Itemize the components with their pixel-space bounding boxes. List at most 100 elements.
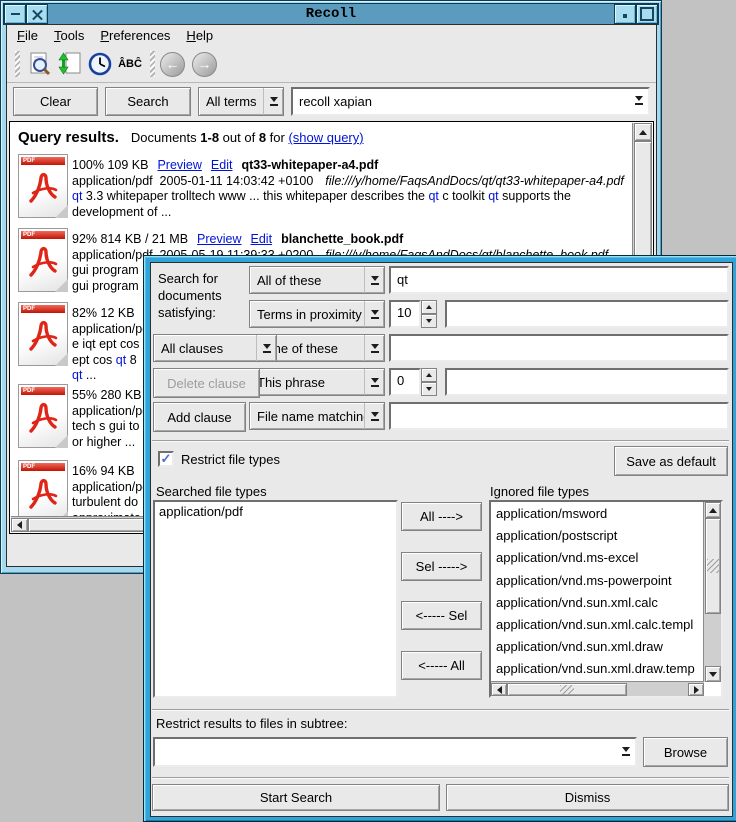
ignored-types-list[interactable]: application/mswordapplication/postscript… <box>489 500 723 698</box>
scroll-up-button[interactable] <box>705 502 721 518</box>
dismiss-button[interactable]: Dismiss <box>446 784 729 811</box>
scroll-right-button[interactable] <box>688 683 704 696</box>
pdf-file-icon[interactable]: PDF <box>18 154 68 218</box>
acrobat-logo-icon <box>26 167 58 207</box>
conjunct-combo[interactable]: All clauses <box>153 334 277 362</box>
chevron-down-icon <box>364 267 384 293</box>
list-item[interactable]: application/vnd.sun.xml.calc <box>492 592 704 614</box>
move-selected-left-button[interactable]: <----- Sel <box>401 601 482 630</box>
menu-file[interactable]: File <box>17 28 38 43</box>
ignored-list-vertical-scrollbar[interactable] <box>703 502 721 682</box>
list-item[interactable]: application/vnd.ms-powerpoint <box>492 570 704 592</box>
scroll-up-button[interactable] <box>634 123 652 141</box>
edit-link[interactable]: Edit <box>251 232 273 248</box>
save-as-default-button[interactable]: Save as default <box>614 446 728 476</box>
list-item[interactable]: application/postscript <box>492 525 704 547</box>
clause-type-combo[interactable]: Terms in proximity <box>249 300 385 328</box>
chevron-down-icon[interactable] <box>629 89 648 112</box>
clause-value-input[interactable]: qt <box>389 266 729 294</box>
pdf-file-icon[interactable]: PDF <box>18 302 68 366</box>
list-item[interactable]: application/vnd.sun.xml.draw <box>492 636 704 658</box>
scroll-down-button[interactable] <box>705 666 721 682</box>
move-all-right-button[interactable]: All ----> <box>401 502 482 531</box>
move-selected-right-button[interactable]: Sel -----> <box>401 552 482 581</box>
query-input[interactable]: recoll xapian <box>293 90 629 113</box>
searched-types-label: Searched file types <box>156 484 267 499</box>
result-mime: application/pdf 2005-01-11 14:03:42 +010… <box>72 174 313 188</box>
query-combo[interactable]: recoll xapian <box>291 87 650 116</box>
clause-value-input[interactable] <box>445 300 729 328</box>
subtree-combo[interactable] <box>153 737 637 767</box>
ignored-list-horizontal-scrollbar[interactable] <box>491 681 704 696</box>
phrase-slack-spinner[interactable]: 0 <box>389 368 437 396</box>
preview-link[interactable]: Preview <box>197 232 241 248</box>
sort-by-dates-icon[interactable] <box>55 50 85 78</box>
acrobat-logo-icon <box>26 397 58 437</box>
scroll-left-button[interactable] <box>491 683 507 696</box>
clause-value-input[interactable] <box>389 402 729 430</box>
back-button[interactable]: ← <box>160 52 185 77</box>
scrollbar-thumb[interactable] <box>705 518 721 614</box>
result-mime: application/pdf <box>72 322 153 336</box>
result-meta: 16% 94 KB <box>72 464 135 480</box>
result-mime: application/pdf <box>72 480 153 494</box>
list-item[interactable]: application/pdf <box>155 503 396 520</box>
preview-doc-icon[interactable] <box>25 50 55 78</box>
clause-row: None of these <box>249 334 729 362</box>
pdf-file-icon[interactable]: PDF <box>18 460 68 524</box>
window-menu-button[interactable] <box>4 4 26 24</box>
result-filename: blanchette_book.pdf <box>281 232 403 248</box>
term-explorer-icon[interactable]: ÂBĈ <box>115 50 145 78</box>
proximity-slack-spinner[interactable]: 10 <box>389 300 437 328</box>
forward-button[interactable]: → <box>192 52 217 77</box>
add-clause-button[interactable]: Add clause <box>153 402 246 432</box>
pdf-file-icon[interactable]: PDF <box>18 384 68 448</box>
toolbar-grip[interactable] <box>150 51 155 77</box>
pdf-file-icon[interactable]: PDF <box>18 228 68 292</box>
show-query-link[interactable]: (show query) <box>288 130 363 145</box>
subtree-input[interactable] <box>155 748 616 756</box>
scroll-left-button[interactable] <box>11 518 28 532</box>
delete-clause-button[interactable]: Delete clause <box>153 368 260 398</box>
list-item[interactable]: application/vnd.sun.xml.draw.temp <box>492 658 704 680</box>
chevron-down-icon <box>256 335 276 361</box>
list-item[interactable]: application/msword <box>492 503 704 525</box>
chevron-down-icon[interactable] <box>616 739 635 763</box>
scrollbar-thumb[interactable] <box>507 683 627 696</box>
chevron-down-icon <box>263 88 283 115</box>
result-meta: 92% 814 KB / 21 MB <box>72 232 188 248</box>
search-bar: Clear Search All terms recoll xapian <box>13 87 650 117</box>
list-item[interactable]: application/vnd.ms-excel <box>492 547 704 569</box>
toolbar: ÂBĈ ← → <box>7 46 656 83</box>
search-mode-combo[interactable]: All terms <box>198 87 284 116</box>
menu-help[interactable]: Help <box>186 28 213 43</box>
clause-row: Terms in proximity 10 <box>249 300 729 328</box>
restrict-file-types-checkbox[interactable]: ✓ <box>158 451 174 467</box>
iconify-button[interactable] <box>614 4 636 24</box>
spin-down-icon <box>421 382 437 396</box>
close-button[interactable] <box>26 4 48 24</box>
clause-value-input[interactable] <box>445 368 729 396</box>
clause-type-combo[interactable]: All of these <box>249 266 385 294</box>
maximize-button[interactable] <box>636 4 658 24</box>
menu-preferences[interactable]: Preferences <box>100 28 170 43</box>
browse-button[interactable]: Browse <box>643 737 728 767</box>
start-search-button[interactable]: Start Search <box>152 784 440 811</box>
clause-value-input[interactable] <box>389 334 729 362</box>
list-item[interactable]: application/vnd.sun.xml.calc.templ <box>492 614 704 636</box>
history-clock-icon[interactable] <box>85 50 115 78</box>
acrobat-logo-icon <box>26 473 58 513</box>
search-button[interactable]: Search <box>105 87 191 116</box>
edit-link[interactable]: Edit <box>211 158 233 174</box>
clause-type-combo[interactable]: This phrase <box>249 368 385 396</box>
ignored-types-label: Ignored file types <box>490 484 589 499</box>
clear-button[interactable]: Clear <box>13 87 98 116</box>
searched-types-list[interactable]: application/pdf <box>153 500 398 698</box>
clause-type-combo[interactable]: File name matching <box>249 402 385 430</box>
toolbar-grip[interactable] <box>15 51 20 77</box>
titlebar[interactable]: Recoll <box>3 3 659 25</box>
preview-link[interactable]: Preview <box>157 158 201 174</box>
move-all-left-button[interactable]: <----- All <box>401 651 482 680</box>
acrobat-logo-icon <box>26 241 58 281</box>
menu-tools[interactable]: Tools <box>54 28 84 43</box>
